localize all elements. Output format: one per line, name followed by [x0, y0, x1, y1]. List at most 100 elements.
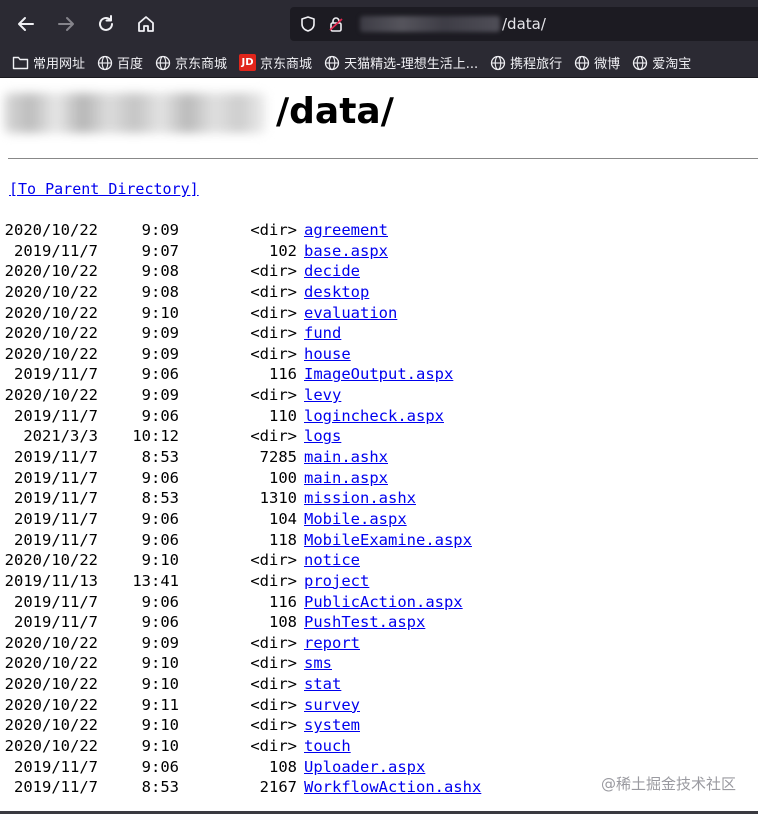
bookmark-item[interactable]: 百度 — [97, 53, 143, 72]
entry-link[interactable]: survey — [304, 695, 360, 715]
entry-size: <dir> — [250, 633, 297, 652]
entry-link[interactable]: sms — [304, 653, 332, 673]
bookmark-item[interactable]: 天猫精选-理想生活上... — [324, 53, 478, 72]
reload-button[interactable] — [86, 0, 126, 48]
entry-link[interactable]: desktop — [304, 282, 369, 302]
entry-link[interactable]: fund — [304, 323, 341, 343]
entry-link[interactable]: levy — [304, 385, 341, 405]
modified-date: 2020/10/22 — [4, 282, 98, 301]
modified-time: 9:10 — [141, 303, 179, 322]
entry-size: 118 — [269, 530, 297, 549]
listing-row: 2019/11/7 9:06 100 main.aspx — [0, 468, 758, 489]
bookmark-item[interactable]: 携程旅行 — [490, 53, 562, 72]
address-bar[interactable]: /data/ — [290, 7, 758, 41]
globe-icon — [632, 55, 648, 71]
horizontal-rule — [8, 158, 758, 159]
bookmark-item[interactable]: 微博 — [574, 53, 620, 72]
entry-link[interactable]: Uploader.aspx — [304, 757, 425, 777]
entry-link[interactable]: system — [304, 715, 360, 735]
entry-link[interactable]: logincheck.aspx — [304, 406, 444, 426]
entry-link[interactable]: base.aspx — [304, 241, 388, 261]
entry-link[interactable]: notice — [304, 550, 360, 570]
listing-row: 2019/11/7 9:06 118 MobileExamine.aspx — [0, 530, 758, 551]
entry-link[interactable]: logs — [304, 426, 341, 446]
entry-link[interactable]: PushTest.aspx — [304, 612, 425, 632]
entry-link[interactable]: agreement — [304, 220, 388, 240]
entry-link[interactable]: decide — [304, 261, 360, 281]
entry-size: <dir> — [250, 695, 297, 714]
parent-directory-link[interactable]: [To Parent Directory] — [9, 180, 199, 198]
listing-row: 2020/10/22 9:10 <dir> notice — [0, 550, 758, 571]
entry-size: 102 — [269, 241, 297, 260]
modified-date: 2020/10/22 — [4, 262, 98, 281]
entry-size: <dir> — [250, 737, 297, 756]
modified-time: 9:09 — [141, 386, 179, 405]
listing-row: 2019/11/7 9:06 116 ImageOutput.aspx — [0, 364, 758, 385]
listing-row: 2019/11/7 9:06 116 PublicAction.aspx — [0, 592, 758, 613]
modified-date: 2020/10/22 — [4, 737, 98, 756]
listing-row: 2019/11/7 9:06 104 Mobile.aspx — [0, 509, 758, 530]
entry-link[interactable]: touch — [304, 736, 351, 756]
entry-size: <dir> — [250, 716, 297, 735]
bookmark-label: 京东商城 — [260, 57, 313, 72]
tracking-protection-shield-icon[interactable] — [294, 7, 322, 41]
modified-date: 2020/10/22 — [4, 633, 98, 652]
modified-date: 2020/10/22 — [4, 695, 98, 714]
entry-link[interactable]: mission.ashx — [304, 488, 416, 508]
entry-size: <dir> — [250, 427, 297, 446]
modified-time: 9:06 — [141, 592, 179, 611]
home-button[interactable] — [126, 0, 166, 48]
modified-date: 2020/10/22 — [4, 386, 98, 405]
entry-link[interactable]: main.aspx — [304, 468, 388, 488]
entry-link[interactable]: PublicAction.aspx — [304, 592, 463, 612]
listing-row: 2019/11/7 8:53 1310 mission.ashx — [0, 488, 758, 509]
bookmark-item[interactable]: JD 京东商城 — [239, 53, 312, 72]
modified-date: 2020/10/22 — [4, 654, 98, 673]
globe-icon — [97, 55, 113, 71]
modified-date: 2019/11/7 — [14, 778, 98, 797]
modified-date: 2019/11/7 — [14, 448, 98, 467]
back-button[interactable] — [6, 0, 46, 48]
entry-size: 1310 — [259, 489, 297, 508]
url-host-redacted — [360, 16, 500, 32]
entry-link[interactable]: report — [304, 633, 360, 653]
insecure-lock-icon[interactable] — [322, 7, 350, 41]
modified-date: 2019/11/7 — [14, 592, 98, 611]
bookmark-item[interactable]: 常用网址 — [12, 53, 85, 72]
folder-icon — [12, 55, 29, 70]
entry-size: <dir> — [250, 571, 297, 590]
entry-size: 108 — [269, 613, 297, 632]
bookmark-item[interactable]: 爱淘宝 — [632, 53, 691, 72]
listing-row: 2020/10/22 9:09 <dir> fund — [0, 323, 758, 344]
modified-date: 2020/10/22 — [4, 551, 98, 570]
listing-row: 2020/10/22 9:08 <dir> desktop — [0, 282, 758, 303]
entry-link[interactable]: Mobile.aspx — [304, 509, 407, 529]
entry-size: <dir> — [250, 654, 297, 673]
arrow-right-icon — [58, 17, 74, 31]
page-title: /data/ — [276, 91, 394, 132]
bookmark-label: 爱淘宝 — [652, 57, 692, 72]
bookmark-label: 京东商城 — [175, 57, 228, 72]
modified-date: 2019/11/7 — [14, 613, 98, 632]
listing-row: 2020/10/22 9:10 <dir> sms — [0, 653, 758, 674]
forward-button[interactable] — [46, 0, 86, 48]
modified-time: 9:09 — [141, 344, 179, 363]
entry-link[interactable]: ImageOutput.aspx — [304, 364, 453, 384]
globe-icon — [490, 55, 506, 71]
modified-time: 8:53 — [141, 448, 179, 467]
entry-link[interactable]: WorkflowAction.ashx — [304, 777, 481, 797]
entry-link[interactable]: stat — [304, 674, 341, 694]
listing-row: 2019/11/7 8:53 7285 main.ashx — [0, 447, 758, 468]
entry-link[interactable]: evaluation — [304, 303, 397, 323]
listing-row: 2020/10/22 9:10 <dir> touch — [0, 736, 758, 757]
listing-row: 2020/10/22 9:10 <dir> stat — [0, 674, 758, 695]
entry-link[interactable]: house — [304, 344, 351, 364]
modified-time: 9:06 — [141, 530, 179, 549]
modified-time: 9:06 — [141, 406, 179, 425]
entry-link[interactable]: MobileExamine.aspx — [304, 530, 472, 550]
bookmark-item[interactable]: 京东商城 — [155, 53, 227, 72]
host-name-redacted — [4, 93, 266, 133]
entry-link[interactable]: main.ashx — [304, 447, 388, 467]
entry-link[interactable]: project — [304, 571, 369, 591]
modified-date: 2020/10/22 — [4, 303, 98, 322]
